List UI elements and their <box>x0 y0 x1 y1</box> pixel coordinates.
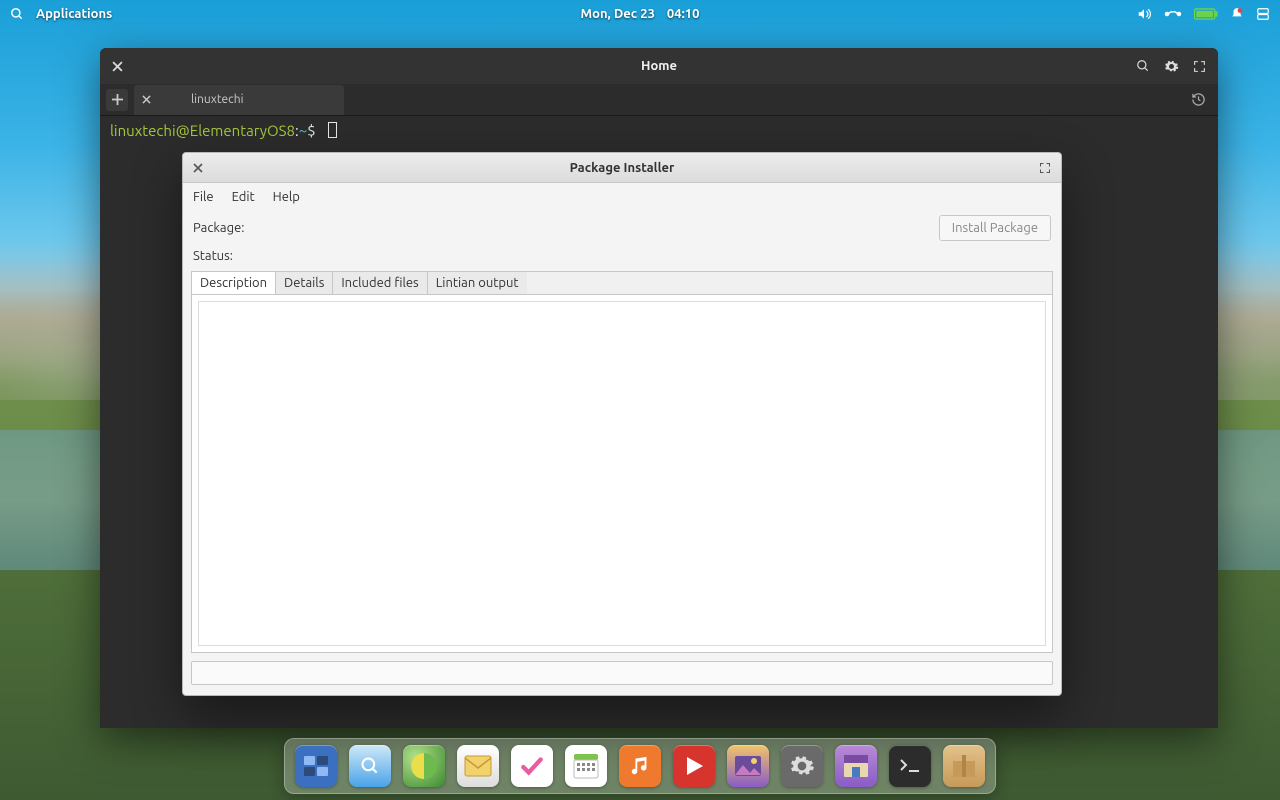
dock-multitasking[interactable] <box>295 745 337 787</box>
gear-icon[interactable] <box>1164 59 1179 74</box>
package-installer-window: Package Installer File Edit Help Package… <box>182 152 1062 696</box>
pkg-titlebar[interactable]: Package Installer <box>183 153 1061 183</box>
volume-icon[interactable] <box>1136 7 1152 21</box>
pkg-content-area <box>191 294 1053 653</box>
battery-icon[interactable] <box>1194 8 1218 20</box>
status-label: Status: <box>193 249 233 263</box>
top-panel: Applications Mon, Dec 23 04:10 <box>0 0 1280 28</box>
terminal-tab-label: linuxtechi <box>191 93 244 106</box>
network-icon[interactable] <box>1164 7 1182 21</box>
close-icon[interactable] <box>193 163 203 173</box>
dock-photos[interactable] <box>727 745 769 787</box>
prompt-symbol: $ <box>307 122 315 139</box>
pkg-tabs: Description Details Included files Linti… <box>191 271 1053 294</box>
panel-date[interactable]: Mon, Dec 23 <box>581 7 655 21</box>
dock-settings[interactable] <box>781 745 823 787</box>
prompt-user: linuxtechi <box>110 122 176 139</box>
notifications-icon[interactable] <box>1230 7 1244 21</box>
pkg-menubar: File Edit Help <box>183 183 1061 211</box>
applications-menu[interactable]: Applications <box>36 7 112 21</box>
pkg-description-text[interactable] <box>198 301 1046 646</box>
package-label: Package: <box>193 221 244 235</box>
dock-web-browser[interactable] <box>403 745 445 787</box>
search-icon[interactable] <box>10 7 24 21</box>
prompt-path: ~ <box>299 122 307 139</box>
pkg-statusbar <box>191 661 1053 685</box>
prompt-host: ElementaryOS8 <box>190 122 295 139</box>
tab-description[interactable]: Description <box>191 271 276 295</box>
session-icon[interactable] <box>1256 7 1270 21</box>
menu-edit[interactable]: Edit <box>232 190 255 204</box>
maximize-icon[interactable] <box>1193 60 1206 73</box>
terminal-tabs: linuxtechi <box>100 84 1218 116</box>
dock-mail[interactable] <box>457 745 499 787</box>
desktop: Applications Mon, Dec 23 04:10 <box>0 0 1280 800</box>
terminal-cursor <box>328 122 337 138</box>
maximize-icon[interactable] <box>1039 162 1051 174</box>
tab-details[interactable]: Details <box>276 272 333 294</box>
history-icon[interactable] <box>1185 92 1212 107</box>
dock <box>284 738 996 794</box>
terminal-title: Home <box>641 59 677 73</box>
terminal-titlebar[interactable]: Home <box>100 48 1218 84</box>
terminal-tab[interactable]: linuxtechi <box>134 85 344 115</box>
dock-calendar[interactable] <box>565 745 607 787</box>
dock-app-center[interactable] <box>835 745 877 787</box>
close-icon[interactable] <box>112 61 123 72</box>
install-package-button[interactable]: Install Package <box>939 215 1051 241</box>
menu-help[interactable]: Help <box>273 190 300 204</box>
dock-videos[interactable] <box>673 745 715 787</box>
panel-time[interactable]: 04:10 <box>667 7 700 21</box>
dock-music[interactable] <box>619 745 661 787</box>
new-tab-button[interactable] <box>106 89 128 111</box>
dock-tasks[interactable] <box>511 745 553 787</box>
close-tab-icon[interactable] <box>142 95 151 104</box>
dock-files[interactable] <box>349 745 391 787</box>
dock-package[interactable] <box>943 745 985 787</box>
pkg-title: Package Installer <box>570 161 675 175</box>
prompt-at: @ <box>176 122 190 139</box>
dock-terminal[interactable] <box>889 745 931 787</box>
tab-lintian-output[interactable]: Lintian output <box>428 272 527 294</box>
search-icon[interactable] <box>1136 59 1150 73</box>
tab-included-files[interactable]: Included files <box>333 272 427 294</box>
menu-file[interactable]: File <box>193 190 214 204</box>
